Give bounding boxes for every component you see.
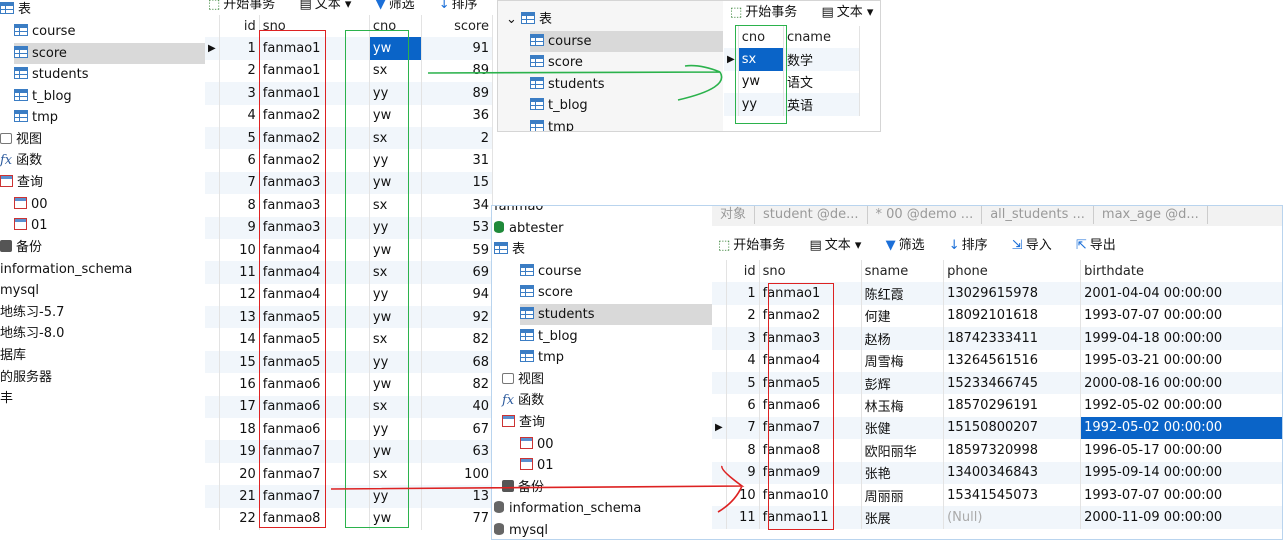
- annotation-arrows: [330, 64, 745, 513]
- red-arrow: [330, 465, 745, 513]
- green-arrow: [427, 64, 723, 101]
